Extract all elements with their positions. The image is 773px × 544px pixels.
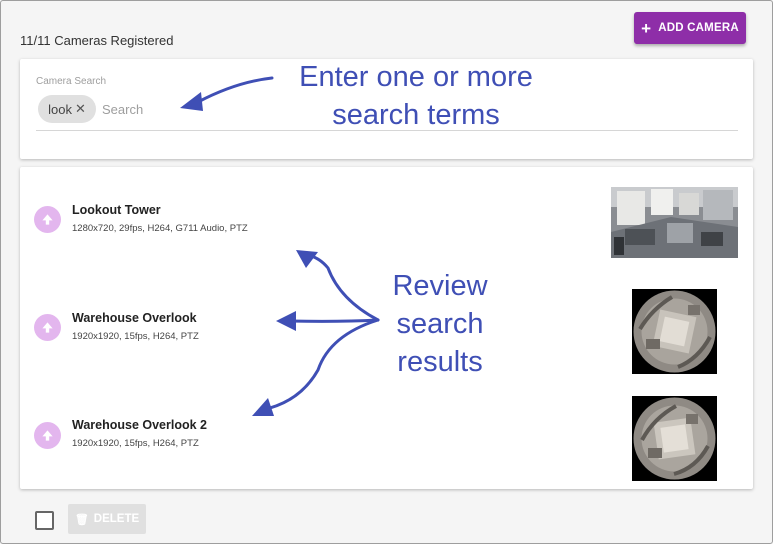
delete-button[interactable]: 🗑 DELETE: [68, 504, 146, 534]
search-arrow: [196, 76, 274, 104]
results-arrow-middle: [288, 318, 380, 323]
select-all-checkbox[interactable]: [35, 511, 54, 530]
delete-label: DELETE: [93, 513, 140, 525]
results-arrow-down: [260, 318, 380, 412]
arrowhead: [180, 92, 203, 111]
annotation-arrows: [180, 76, 380, 416]
trash-icon: 🗑: [74, 513, 89, 526]
results-arrow-up: [306, 253, 380, 322]
arrowhead: [276, 311, 296, 331]
arrowhead: [252, 398, 274, 416]
